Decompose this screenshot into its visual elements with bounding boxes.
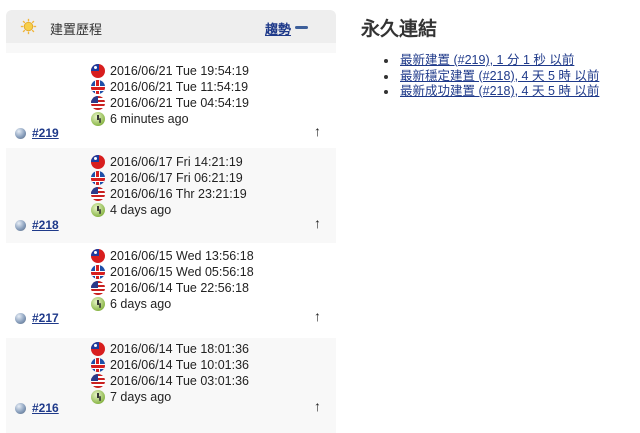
taiwan-flag-icon: [91, 249, 105, 263]
build-number-link[interactable]: #217: [32, 311, 59, 325]
weather-sunny-icon: [20, 18, 37, 35]
build-age: 7 days ago: [91, 389, 249, 405]
build-time: 2016/06/16 Thr 23:21:19: [91, 186, 247, 202]
taiwan-flag-icon: [91, 342, 105, 356]
build-time: 2016/06/15 Wed 13:56:18: [91, 248, 254, 264]
last-stable-build-link[interactable]: 最新穩定建置 (#218), 4 天 5 時 以前: [400, 69, 599, 83]
iceland-flag-icon: [91, 358, 105, 372]
build-status-ball-icon: [15, 128, 26, 139]
build-time: 2016/06/21 Tue 04:54:19: [91, 95, 249, 111]
build-history-header: 建置歷程 趨勢: [6, 10, 336, 43]
build-times: 2016/06/21 Tue 19:54:19 2016/06/21 Tue 1…: [91, 53, 249, 127]
build-row: 2016/06/15 Wed 13:56:18 2016/06/15 Wed 0…: [6, 243, 336, 338]
build-time: 2016/06/14 Tue 03:01:36: [91, 373, 249, 389]
build-time: 2016/06/17 Fri 14:21:19: [91, 154, 247, 170]
build-age: 6 days ago: [91, 296, 254, 312]
up-arrow-icon[interactable]: ↑: [314, 308, 321, 324]
trend-link[interactable]: 趨勢: [265, 19, 291, 38]
build-age: 4 days ago: [91, 202, 247, 218]
build-times: 2016/06/17 Fri 14:21:19 2016/06/17 Fri 0…: [91, 148, 247, 218]
iceland-flag-icon: [91, 265, 105, 279]
build-status-ball-icon: [15, 220, 26, 231]
build-times: 2016/06/15 Wed 13:56:18 2016/06/15 Wed 0…: [91, 243, 254, 312]
permalink-item: 最新成功建置 (#218), 4 天 5 時 以前: [383, 84, 599, 100]
iceland-flag-icon: [91, 80, 105, 94]
build-time: 2016/06/14 Tue 18:01:36: [91, 341, 249, 357]
build-time: 2016/06/21 Tue 19:54:19: [91, 63, 249, 79]
clock-icon: [91, 112, 105, 126]
build-history-panel: 建置歷程 趨勢 2016/06/21 Tue 19:54:19 2016/06/…: [6, 10, 336, 433]
build-history-title: 建置歷程: [50, 22, 103, 37]
build-time: 2016/06/21 Tue 11:54:19: [91, 79, 249, 95]
build-number-link[interactable]: #216: [32, 401, 59, 415]
us-flag-icon: [91, 96, 105, 110]
build-time: 2016/06/15 Wed 05:56:18: [91, 264, 254, 280]
us-flag-icon: [91, 374, 105, 388]
taiwan-flag-icon: [91, 64, 105, 78]
build-row: 2016/06/21 Tue 19:54:19 2016/06/21 Tue 1…: [6, 53, 336, 148]
build-time: 2016/06/14 Tue 10:01:36: [91, 357, 249, 373]
collapse-icon[interactable]: [295, 26, 308, 29]
permalink-item: 最新穩定建置 (#218), 4 天 5 時 以前: [383, 69, 599, 85]
build-time: 2016/06/17 Fri 06:21:19: [91, 170, 247, 186]
build-time: 2016/06/14 Tue 22:56:18: [91, 280, 254, 296]
clock-icon: [91, 390, 105, 404]
build-row: 2016/06/17 Fri 14:21:19 2016/06/17 Fri 0…: [6, 148, 336, 243]
build-row: 2016/06/14 Tue 18:01:36 2016/06/14 Tue 1…: [6, 338, 336, 433]
us-flag-icon: [91, 281, 105, 295]
up-arrow-icon[interactable]: ↑: [314, 398, 321, 414]
taiwan-flag-icon: [91, 155, 105, 169]
last-successful-build-link[interactable]: 最新成功建置 (#218), 4 天 5 時 以前: [400, 84, 599, 98]
build-age: 6 minutes ago: [91, 111, 249, 127]
iceland-flag-icon: [91, 171, 105, 185]
last-build-link[interactable]: 最新建置 (#219), 1 分 1 秒 以前: [400, 53, 574, 67]
clock-icon: [91, 203, 105, 217]
build-times: 2016/06/14 Tue 18:01:36 2016/06/14 Tue 1…: [91, 338, 249, 405]
build-status-ball-icon: [15, 313, 26, 324]
build-number-link[interactable]: #219: [32, 126, 59, 140]
permalink-item: 最新建置 (#219), 1 分 1 秒 以前: [383, 53, 584, 69]
us-flag-icon: [91, 187, 105, 201]
clock-icon: [91, 297, 105, 311]
build-number-link[interactable]: #218: [32, 218, 59, 232]
up-arrow-icon[interactable]: ↑: [314, 215, 321, 231]
up-arrow-icon[interactable]: ↑: [314, 123, 321, 139]
permalinks-list: 最新建置 (#219), 1 分 1 秒 以前 最新穩定建置 (#218), 4…: [383, 53, 599, 100]
build-status-ball-icon: [15, 403, 26, 414]
permalinks-title: 永久連結: [361, 19, 438, 40]
